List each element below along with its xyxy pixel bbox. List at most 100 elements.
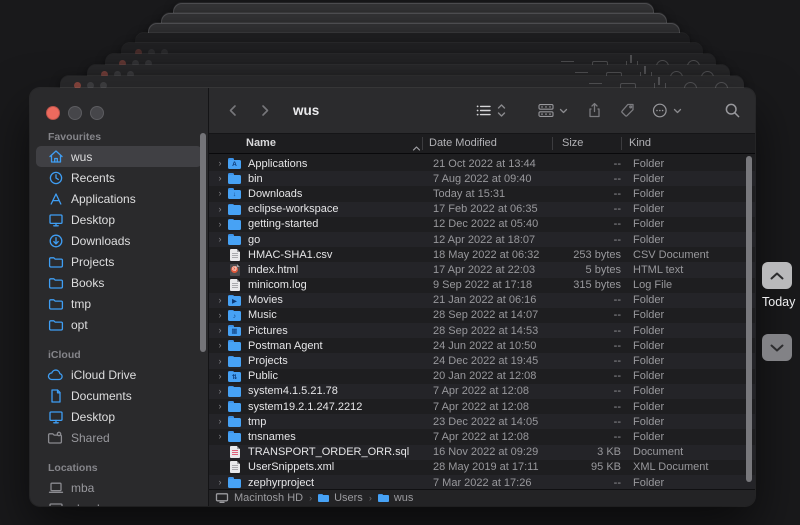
table-row[interactable]: ›system4.1.5.21.787 Apr 2022 at 12:08--F… xyxy=(209,384,755,399)
column-date-modified[interactable]: Date Modified xyxy=(429,134,497,153)
sidebar-item-desktop[interactable]: Desktop xyxy=(36,406,202,427)
disclosure-chevron-icon[interactable]: › xyxy=(215,156,225,171)
disclosure-chevron-icon[interactable]: › xyxy=(215,217,225,232)
sidebar-item-label: Desktop xyxy=(71,410,115,424)
view-mode-button[interactable] xyxy=(475,102,507,119)
table-row[interactable]: TRANSPORT_ORDER_ORR.sql16 Nov 2022 at 09… xyxy=(209,445,755,460)
list-scrollbar[interactable] xyxy=(746,156,752,482)
timeline-forward-button[interactable] xyxy=(762,334,792,361)
table-row[interactable]: ›bin7 Aug 2022 at 09:40--Folder xyxy=(209,171,755,186)
breadcrumb-item-wus[interactable]: wus xyxy=(378,492,414,504)
table-row[interactable]: ›tnsnames7 Apr 2022 at 12:08--Folder xyxy=(209,429,755,444)
sidebar-item-recents[interactable]: Recents xyxy=(36,167,202,188)
folder-icon: ▦ xyxy=(228,325,241,336)
folder-icon xyxy=(228,477,241,488)
file-kind: Log File xyxy=(621,279,755,291)
table-row[interactable]: ›eclipse-workspace17 Feb 2022 at 06:35--… xyxy=(209,202,755,217)
table-row[interactable]: ›system19.2.1.247.22127 Apr 2022 at 12:0… xyxy=(209,399,755,414)
disclosure-chevron-icon[interactable]: › xyxy=(215,171,225,186)
breadcrumb-item-macintosh-hd[interactable]: Macintosh HD xyxy=(215,492,303,504)
table-row[interactable]: UserSnippets.xml28 May 2019 at 17:1195 K… xyxy=(209,460,755,475)
sidebar-item-label: Recents xyxy=(71,171,115,185)
file-icon-cell: ♪ xyxy=(225,310,244,321)
folder-icon xyxy=(228,340,241,351)
sidebar-scrollbar[interactable] xyxy=(200,133,206,352)
table-row[interactable]: minicom.log9 Sep 2022 at 17:18315 bytesL… xyxy=(209,278,755,293)
table-row[interactable]: HMAC-SHA1.csv18 May 2022 at 06:32253 byt… xyxy=(209,247,755,262)
folder-icon xyxy=(228,401,241,412)
disclosure-chevron-icon[interactable]: › xyxy=(215,308,225,323)
file-name: system19.2.1.247.2212 xyxy=(244,401,430,413)
table-row[interactable]: ›tmp23 Dec 2022 at 14:05--Folder xyxy=(209,414,755,429)
sidebar-item-downloads[interactable]: Downloads xyxy=(36,230,202,251)
sidebar-item-shared[interactable]: Shared xyxy=(36,427,202,448)
zoom-button[interactable] xyxy=(90,106,104,120)
breadcrumb-item-users[interactable]: Users xyxy=(318,492,363,504)
file-date-modified: 7 Aug 2022 at 09:40 xyxy=(430,173,566,185)
close-button[interactable] xyxy=(46,106,60,120)
table-row[interactable]: ›getting-started12 Dec 2022 at 05:40--Fo… xyxy=(209,217,755,232)
minimize-button[interactable] xyxy=(68,106,82,120)
search-button[interactable] xyxy=(724,102,741,119)
sidebar-item-wus[interactable]: wus xyxy=(36,146,202,167)
disclosure-chevron-icon[interactable]: › xyxy=(215,186,225,201)
disclosure-chevron-icon[interactable]: › xyxy=(215,384,225,399)
table-row[interactable]: ›♪Music28 Sep 2022 at 14:07--Folder xyxy=(209,308,755,323)
table-row[interactable]: ›go12 Apr 2022 at 18:07--Folder xyxy=(209,232,755,247)
sidebar-item-mba[interactable]: mba xyxy=(36,477,202,498)
disclosure-chevron-icon[interactable]: › xyxy=(215,399,225,414)
disclosure-chevron-icon[interactable]: › xyxy=(215,475,225,489)
list-view-icon xyxy=(475,102,492,119)
table-row[interactable]: @index.html17 Apr 2022 at 22:035 bytesHT… xyxy=(209,262,755,277)
table-row[interactable]: ›▶Movies21 Jan 2022 at 06:16--Folder xyxy=(209,293,755,308)
sidebar-item-desktop[interactable]: Desktop xyxy=(36,209,202,230)
html-file-icon: @ xyxy=(230,264,240,276)
disclosure-chevron-icon[interactable]: › xyxy=(215,232,225,247)
breadcrumb-label: Macintosh HD xyxy=(234,492,303,504)
disclosure-chevron-icon[interactable]: › xyxy=(215,414,225,429)
forward-button[interactable] xyxy=(257,102,273,119)
table-row[interactable]: ›Postman Agent24 Jun 2022 at 10:50--Fold… xyxy=(209,338,755,353)
table-row[interactable]: ›↓DownloadsToday at 15:31--Folder xyxy=(209,186,755,201)
timeline-back-button[interactable] xyxy=(762,262,792,289)
file-size: -- xyxy=(566,416,621,428)
back-button[interactable] xyxy=(225,102,241,119)
folder-icon xyxy=(228,431,241,442)
column-name[interactable]: Name xyxy=(246,134,276,153)
sidebar-item-applications[interactable]: Applications xyxy=(36,188,202,209)
disclosure-chevron-icon[interactable]: › xyxy=(215,429,225,444)
table-row[interactable]: ›▦Pictures28 Sep 2022 at 14:53--Folder xyxy=(209,323,755,338)
folder-icon xyxy=(47,317,64,333)
folder-icon: ↓ xyxy=(228,188,241,199)
disclosure-chevron-icon[interactable]: › xyxy=(215,323,225,338)
sidebar-item-projects[interactable]: Projects xyxy=(36,251,202,272)
file-name: go xyxy=(244,234,430,246)
table-row[interactable]: ›AApplications21 Oct 2022 at 13:44--Fold… xyxy=(209,156,755,171)
table-row[interactable]: ›⇅Public20 Jan 2022 at 12:08--Folder xyxy=(209,369,755,384)
table-row[interactable]: ›zephyrproject7 Mar 2022 at 17:26--Folde… xyxy=(209,475,755,489)
toolbar: wus xyxy=(209,88,755,134)
file-name: Music xyxy=(244,309,430,321)
disclosure-chevron-icon[interactable]: › xyxy=(215,338,225,353)
tag-button[interactable] xyxy=(619,102,636,119)
file-size: -- xyxy=(566,158,621,170)
sidebar-item-icloud-drive[interactable]: iCloud Drive xyxy=(36,364,202,385)
disclosure-chevron-icon[interactable]: › xyxy=(215,202,225,217)
column-size[interactable]: Size xyxy=(562,134,583,153)
folder-icon: A xyxy=(228,158,241,169)
more-actions-button[interactable] xyxy=(651,102,682,119)
breadcrumb-label: wus xyxy=(394,492,414,504)
disclosure-chevron-icon[interactable]: › xyxy=(215,369,225,384)
sidebar-item-documents[interactable]: Documents xyxy=(36,385,202,406)
sidebar-item-opt[interactable]: opt xyxy=(36,314,202,335)
sidebar-item-cloud[interactable]: cloud xyxy=(36,498,202,506)
sidebar-item-tmp[interactable]: tmp xyxy=(36,293,202,314)
sidebar-item-books[interactable]: Books xyxy=(36,272,202,293)
group-button[interactable] xyxy=(537,102,568,119)
column-kind[interactable]: Kind xyxy=(629,134,651,153)
disclosure-chevron-icon[interactable]: › xyxy=(215,293,225,308)
share-button[interactable] xyxy=(586,102,603,119)
file-date-modified: 17 Apr 2022 at 22:03 xyxy=(430,264,566,276)
table-row[interactable]: ›Projects24 Dec 2022 at 19:45--Folder xyxy=(209,353,755,368)
disclosure-chevron-icon[interactable]: › xyxy=(215,354,225,369)
